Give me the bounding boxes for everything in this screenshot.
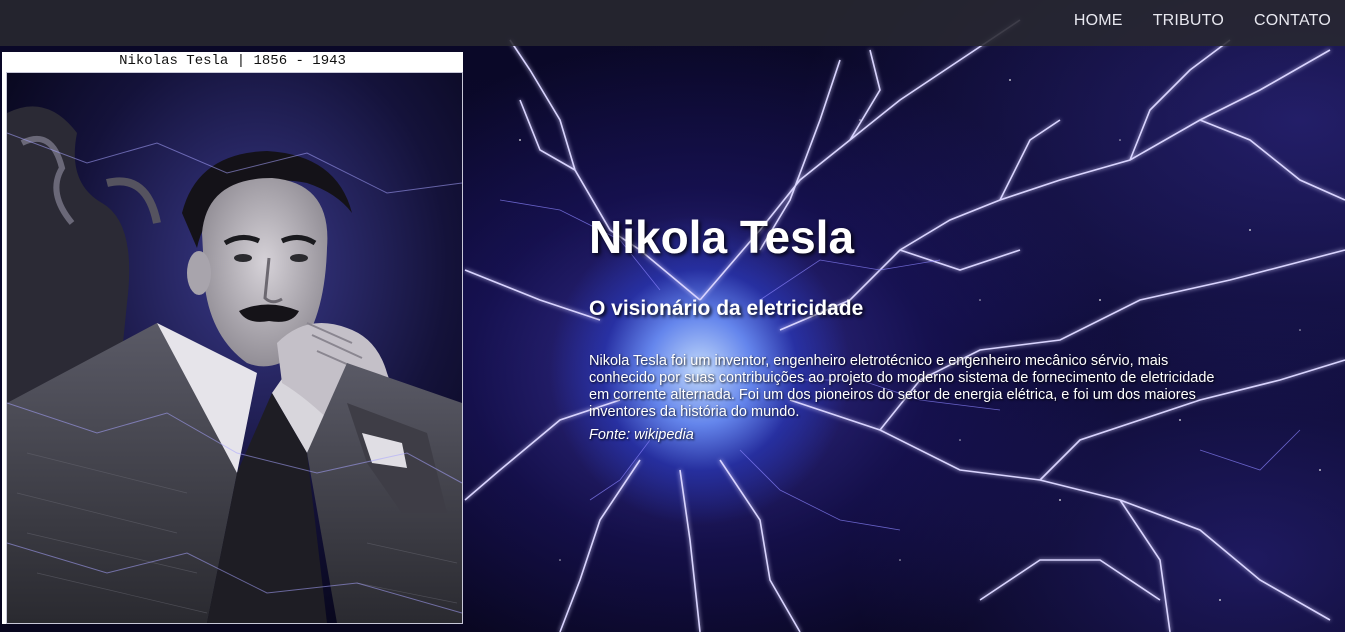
lightning-paths <box>464 19 1345 632</box>
stars <box>519 79 1321 601</box>
nav-home-link[interactable]: HOME <box>1074 12 1123 30</box>
hero-title: Nikola Tesla <box>589 211 855 263</box>
top-navigation-bar: HOME TRIBUTO CONTATO <box>0 0 1345 46</box>
hero-source: Fonte: wikipedia <box>589 427 694 443</box>
portrait-caption: Nikolas Tesla | 1856 - 1943 <box>119 53 346 69</box>
hero-description: Nikola Tesla foi um inventor, engenheiro… <box>589 353 1215 420</box>
nav-tributo-link[interactable]: TRIBUTO <box>1153 12 1224 30</box>
portrait-illustration <box>7 73 462 623</box>
hero-subtitle: O visionário da eletricidade <box>589 297 864 320</box>
nav-contato-link[interactable]: CONTATO <box>1254 12 1331 30</box>
main-menu: HOME TRIBUTO CONTATO <box>1074 12 1331 30</box>
portrait-card: Nikolas Tesla | 1856 - 1943 <box>2 52 463 624</box>
tesla-portrait-image <box>6 72 463 624</box>
